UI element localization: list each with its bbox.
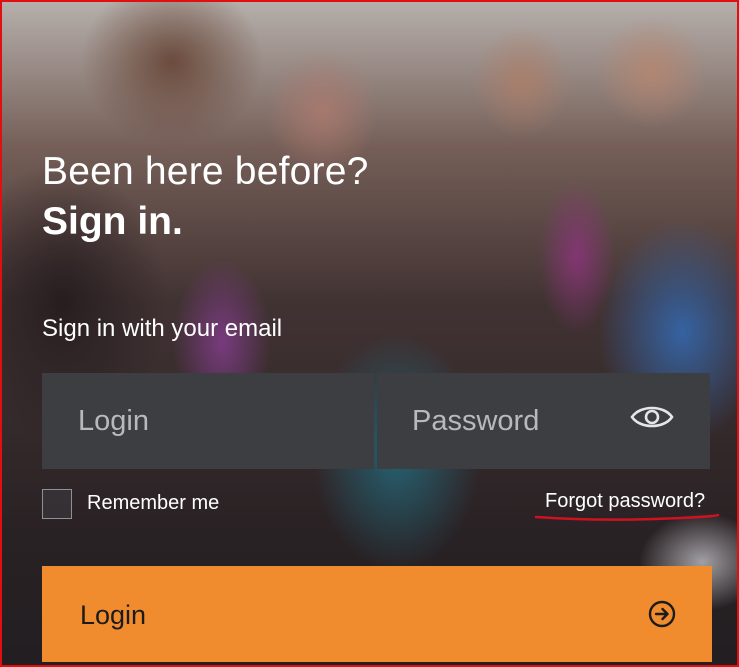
sign-in-subtitle: Sign in with your email: [42, 315, 283, 342]
remember-me-checkbox[interactable]: [42, 489, 72, 519]
eye-icon[interactable]: [630, 402, 674, 432]
login-screen: Been here before? Sign in. Sign in with …: [0, 0, 739, 667]
password-field: [377, 373, 710, 469]
red-annotation-underline: [534, 513, 720, 521]
login-button-label: Login: [80, 600, 147, 630]
heading-line-2: Sign in.: [42, 200, 183, 243]
login-field: [42, 373, 374, 469]
remember-me-label: Remember me: [87, 492, 220, 514]
arrow-right-circle-icon: [648, 600, 676, 628]
heading-line-1: Been here before?: [42, 150, 369, 193]
forgot-password-link[interactable]: Forgot password?: [545, 490, 705, 513]
login-input[interactable]: [42, 373, 374, 469]
login-button[interactable]: Login: [42, 566, 712, 662]
